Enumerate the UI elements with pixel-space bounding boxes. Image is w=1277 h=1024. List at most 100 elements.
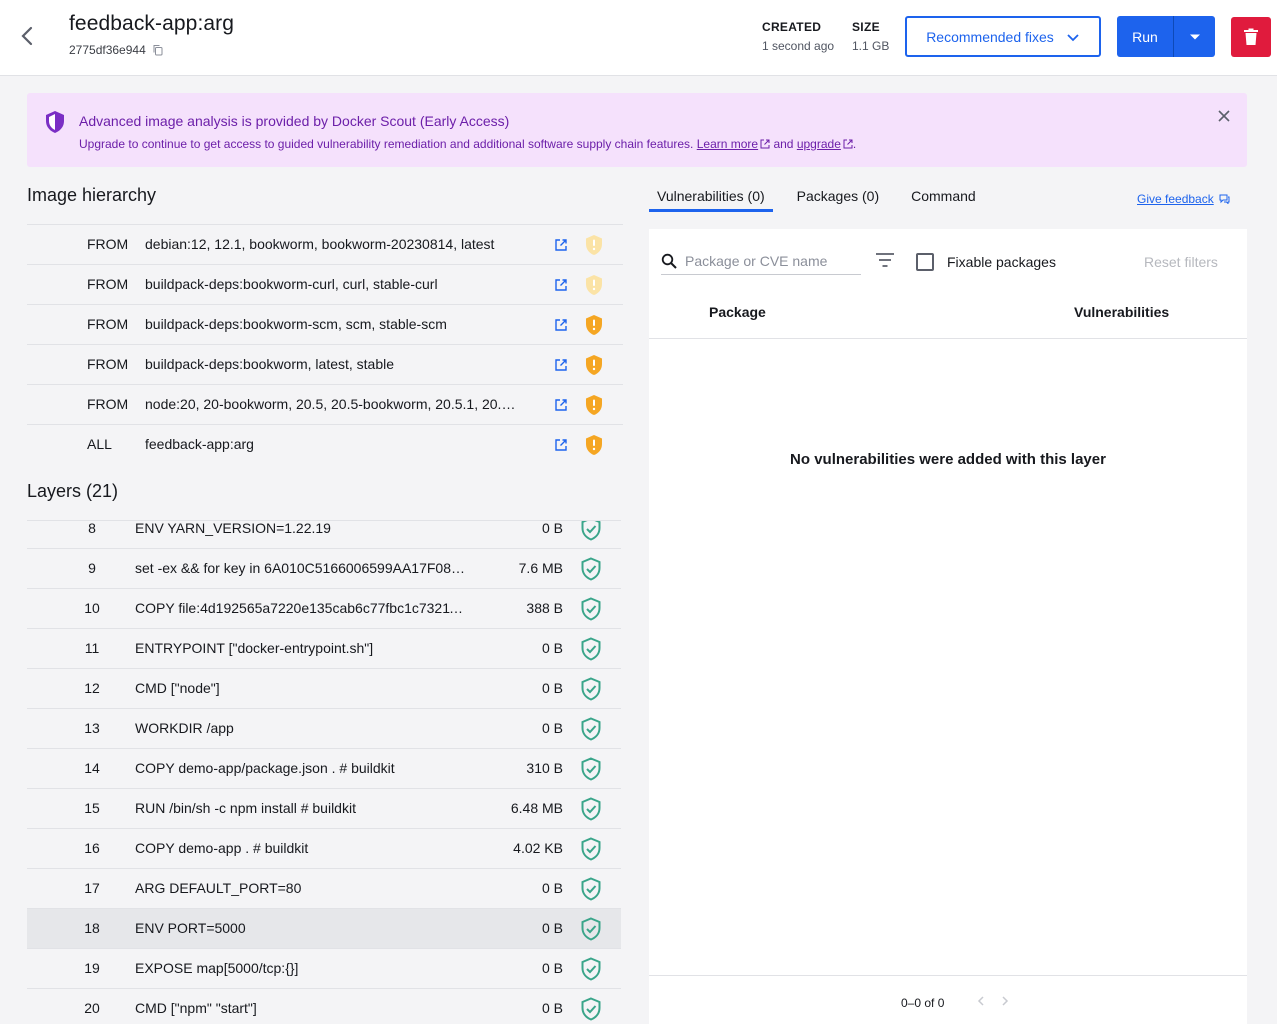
check-shield-icon bbox=[581, 757, 601, 781]
layers-list[interactable]: 8 ENV YARN_VERSION=1.22.19 0 B 9 set -ex && … bbox=[27, 520, 621, 1024]
reset-filters-button[interactable]: Reset filters bbox=[1144, 254, 1218, 270]
delete-button[interactable] bbox=[1231, 17, 1271, 57]
copy-icon[interactable] bbox=[152, 44, 164, 56]
caret-down-icon bbox=[1189, 34, 1200, 39]
run-dropdown-button[interactable] bbox=[1174, 16, 1215, 57]
check-shield-icon bbox=[581, 837, 601, 861]
upgrade-link[interactable]: upgrade bbox=[797, 137, 841, 151]
fixable-packages-checkbox[interactable] bbox=[916, 253, 934, 271]
hierarchy-image-name: buildpack-deps:bookworm-curl, curl, stab… bbox=[145, 276, 438, 292]
layer-command: CMD ["node"] bbox=[135, 680, 220, 696]
image-hierarchy-list: FROM debian:12, 12.1, bookworm, bookworm-… bbox=[27, 224, 623, 464]
hierarchy-row[interactable]: FROM node:20, 20-bookworm, 20.5, 20.5-boo… bbox=[27, 384, 623, 424]
external-link-icon[interactable] bbox=[554, 238, 568, 252]
layer-row[interactable]: 14 COPY demo-app/package.json . # buildki… bbox=[27, 749, 621, 789]
created-label: CREATED bbox=[762, 20, 822, 34]
layer-row[interactable]: 9 set -ex && for key in 6A010C5166006599A… bbox=[27, 549, 621, 589]
external-link-icon[interactable] bbox=[554, 358, 568, 372]
layer-index: 11 bbox=[84, 640, 100, 656]
banner-description: Upgrade to continue to get access to gui… bbox=[79, 137, 694, 151]
warning-shield-icon bbox=[586, 355, 602, 375]
layer-row[interactable]: 20 CMD ["npm" "start"] 0 B bbox=[27, 989, 621, 1024]
layer-index: 20 bbox=[84, 1000, 100, 1016]
run-split-button: Run bbox=[1117, 16, 1215, 57]
external-link-icon[interactable] bbox=[554, 278, 568, 292]
hierarchy-kind: FROM bbox=[87, 396, 129, 412]
layer-row[interactable]: 8 ENV YARN_VERSION=1.22.19 0 B bbox=[27, 520, 621, 549]
package-search-input[interactable] bbox=[685, 252, 855, 269]
layer-size: 0 B bbox=[541, 960, 563, 976]
hierarchy-image-name: buildpack-deps:bookworm, latest, stable bbox=[145, 356, 395, 372]
layer-size: 0 B bbox=[541, 1000, 563, 1016]
column-package[interactable]: Package bbox=[709, 304, 766, 320]
check-shield-icon bbox=[581, 717, 601, 741]
layer-row[interactable]: 18 ENV PORT=5000 0 B bbox=[27, 909, 621, 949]
layer-row[interactable]: 17 ARG DEFAULT_PORT=80 0 B bbox=[27, 869, 621, 909]
external-link-icon[interactable] bbox=[554, 438, 568, 452]
hierarchy-kind: FROM bbox=[87, 356, 129, 372]
run-button[interactable]: Run bbox=[1117, 16, 1173, 57]
layer-command: COPY demo-app . # buildkit bbox=[135, 840, 309, 856]
tab-command[interactable]: Command bbox=[903, 180, 984, 212]
hierarchy-image-name: debian:12, 12.1, bookworm, bookworm-2023… bbox=[145, 236, 495, 252]
previous-page-icon[interactable] bbox=[977, 996, 985, 1006]
layer-row[interactable]: 12 CMD ["node"] 0 B bbox=[27, 669, 621, 709]
external-link-icon bbox=[760, 139, 770, 149]
hierarchy-row[interactable]: FROM debian:12, 12.1, bookworm, bookworm-… bbox=[27, 224, 623, 264]
check-shield-icon bbox=[581, 997, 601, 1021]
column-vulnerabilities[interactable]: Vulnerabilities bbox=[1074, 304, 1169, 320]
hierarchy-image-name: node:20, 20-bookworm, 20.5, 20.5-bookwor… bbox=[145, 396, 520, 412]
layer-row[interactable]: 15 RUN /bin/sh -c npm install # buildkit 6… bbox=[27, 789, 621, 829]
recommended-fixes-button[interactable]: Recommended fixes bbox=[905, 16, 1101, 57]
fixable-packages-label: Fixable packages bbox=[947, 254, 1056, 270]
external-link-icon[interactable] bbox=[554, 398, 568, 412]
layer-row[interactable]: 16 COPY demo-app . # buildkit 4.02 KB bbox=[27, 829, 621, 869]
give-feedback-label: Give feedback bbox=[1137, 192, 1214, 206]
banner-period: . bbox=[852, 137, 857, 151]
hierarchy-row[interactable]: FROM buildpack-deps:bookworm, latest, sta… bbox=[27, 344, 623, 384]
layer-row[interactable]: 19 EXPOSE map[5000/tcp:{}] 0 B bbox=[27, 949, 621, 989]
layer-index: 15 bbox=[84, 800, 100, 816]
detail-tabs: Vulnerabilities (0) Packages (0) Command bbox=[649, 180, 984, 212]
hierarchy-row[interactable]: ALL feedback-app:arg bbox=[27, 424, 623, 464]
external-link-icon[interactable] bbox=[554, 318, 568, 332]
layer-command: WORKDIR /app bbox=[135, 720, 234, 736]
back-arrow-icon[interactable] bbox=[16, 24, 40, 48]
check-shield-icon bbox=[581, 557, 601, 581]
layer-size: 0 B bbox=[541, 720, 563, 736]
layer-size: 310 B bbox=[526, 760, 563, 776]
size-meta: SIZE 1.1 GB bbox=[852, 20, 889, 53]
give-feedback-link[interactable]: Give feedback bbox=[1137, 192, 1230, 206]
layer-row[interactable]: 10 COPY file:4d192565a7220e135cab6c77fbc1… bbox=[27, 589, 621, 629]
tab-packages[interactable]: Packages (0) bbox=[789, 180, 887, 212]
layer-size: 6.48 MB bbox=[510, 800, 563, 816]
banner-title: Advanced image analysis is provided by D… bbox=[79, 113, 510, 129]
size-label: SIZE bbox=[852, 20, 880, 34]
layer-command: ENTRYPOINT ["docker-entrypoint.sh"] bbox=[135, 640, 374, 656]
layer-row[interactable]: 13 WORKDIR /app 0 B bbox=[27, 709, 621, 749]
vulnerabilities-table-header: Package Vulnerabilities bbox=[649, 290, 1247, 339]
layer-index: 8 bbox=[88, 520, 96, 536]
pagination-range: 0–0 of 0 bbox=[901, 996, 945, 1010]
layer-command: ENV YARN_VERSION=1.22.19 bbox=[135, 520, 331, 536]
hierarchy-row[interactable]: FROM buildpack-deps:bookworm-scm, scm, st… bbox=[27, 304, 623, 344]
layer-row[interactable]: 11 ENTRYPOINT ["docker-entrypoint.sh"] 0 B bbox=[27, 629, 621, 669]
learn-more-link[interactable]: Learn more bbox=[697, 137, 758, 151]
tab-vulnerabilities[interactable]: Vulnerabilities (0) bbox=[649, 180, 773, 212]
layer-index: 18 bbox=[84, 920, 100, 936]
layer-index: 10 bbox=[84, 600, 100, 616]
next-page-icon[interactable] bbox=[1001, 996, 1009, 1006]
image-id-row: 2775df36e944 bbox=[69, 43, 164, 57]
filter-icon[interactable] bbox=[876, 253, 894, 267]
empty-state-message: No vulnerabilities were added with this … bbox=[790, 451, 1106, 468]
chevron-down-icon bbox=[1067, 33, 1079, 41]
check-shield-icon bbox=[581, 957, 601, 981]
check-shield-icon bbox=[581, 917, 601, 941]
hierarchy-row[interactable]: FROM buildpack-deps:bookworm-curl, curl, … bbox=[27, 264, 623, 304]
close-icon[interactable] bbox=[1216, 108, 1232, 124]
layer-index: 12 bbox=[84, 680, 100, 696]
warning-shield-icon bbox=[586, 435, 602, 455]
layer-command: EXPOSE map[5000/tcp:{}] bbox=[135, 960, 299, 976]
layer-command: set -ex && for key in 6A010C5166006599AA… bbox=[135, 560, 465, 576]
hierarchy-kind: ALL bbox=[87, 436, 112, 452]
